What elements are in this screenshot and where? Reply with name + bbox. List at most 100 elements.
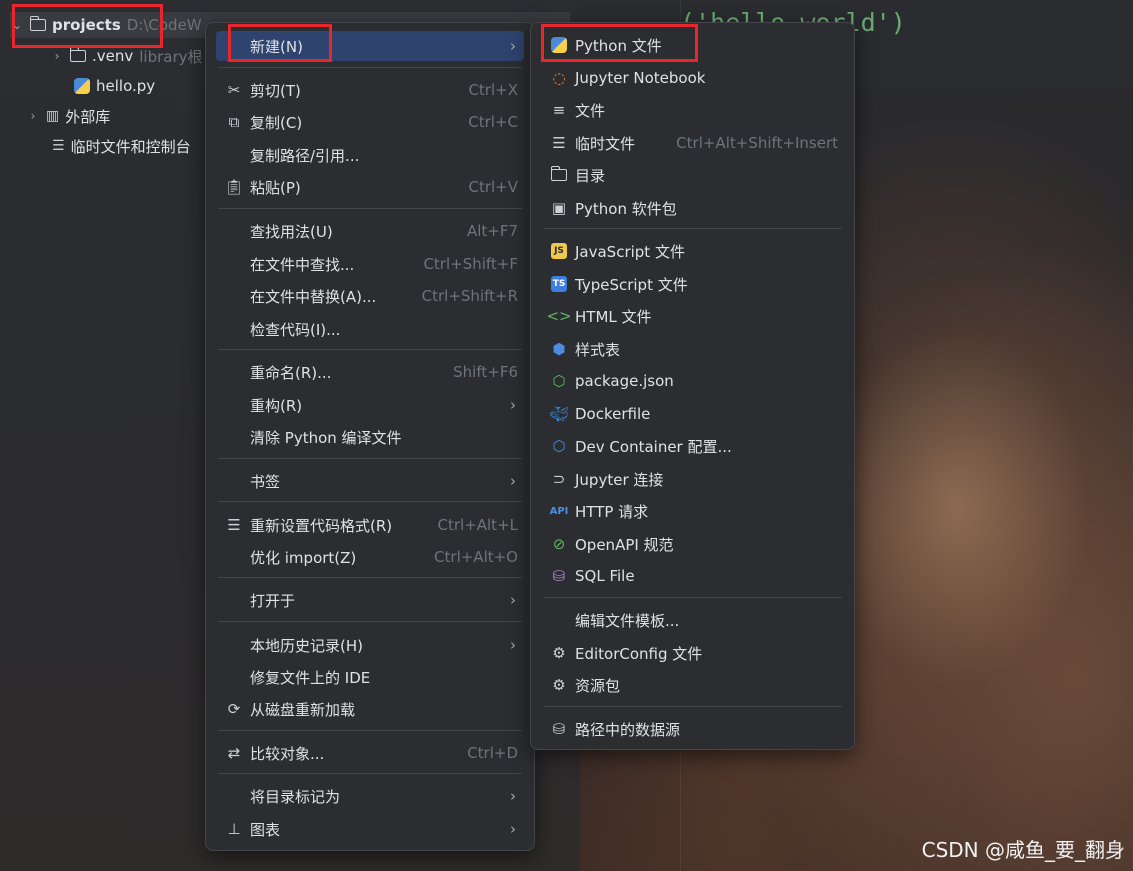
context-menu: 新建(N) › ✂ 剪切(T) Ctrl+X ⧉ 复制(C) Ctrl+C 复制… [205,22,535,851]
menu-item-copy[interactable]: ⧉ 复制(C) Ctrl+C [216,107,524,137]
menu-item-bookmarks[interactable]: 书签 › [216,466,524,496]
menu-item-dockerfile[interactable]: 🐳︎ Dockerfile [541,399,844,429]
menu-item-open-in[interactable]: 打开于 › [216,585,524,615]
tree-item-label: hello.py [96,77,156,95]
nodejs-icon: ⬡ [552,372,566,390]
menu-item-openapi-spec[interactable]: ⊘ OpenAPI 规范 [541,529,844,559]
menu-item-label: 在文件中查找... [250,255,355,274]
menu-item-file[interactable]: ≡ 文件 [541,95,844,125]
menu-item-reload-from-disk[interactable]: ⟳ 从磁盘重新加载 [216,694,524,724]
python-icon [549,35,569,55]
menu-item-javascript-file[interactable]: JS JavaScript 文件 [541,236,844,266]
menu-item-inspect-code[interactable]: 检查代码(I)... [216,314,524,344]
menu-item-label: 从磁盘重新加载 [250,700,356,719]
menu-item-label: 粘贴(P) [250,178,301,197]
menu-item-find-in-files[interactable]: 在文件中查找... Ctrl+Shift+F [216,249,524,279]
typescript-icon: TS [549,274,569,294]
menu-item-label: JavaScript 文件 [575,242,685,261]
menu-separator [543,228,842,229]
menu-item-copy-path[interactable]: 复制路径/引用... [216,140,524,170]
menu-separator [218,349,522,350]
chevron-down-icon[interactable]: ⌄ [10,18,24,32]
menu-item-resource-bundle[interactable]: ⚙ 资源包 [541,670,844,700]
menu-item-label: TypeScript 文件 [575,275,688,294]
tree-item-venv[interactable]: › .venv library根 [50,43,203,69]
menu-item-http-request[interactable]: API HTTP 请求 [541,496,844,526]
shortcut-label: Ctrl+X [468,81,518,99]
menu-item-diagrams[interactable]: ⊥ 图表 › [216,814,524,844]
menu-item-jupyter-notebook[interactable]: ◌ Jupyter Notebook [541,63,844,93]
file-icon: ≡ [552,101,566,119]
tree-item-external-libraries[interactable]: › ▥ 外部库 [26,103,111,129]
html-icon: <> [546,307,572,325]
menu-item-local-history[interactable]: 本地历史记录(H) › [216,630,524,660]
menu-item-editorconfig[interactable]: ⚙ EditorConfig 文件 [541,638,844,668]
chevron-right-icon: › [510,472,516,490]
menu-item-label: 将目录标记为 [250,787,341,806]
menu-item-label: SQL File [575,567,635,585]
menu-item-label: 查找用法(U) [250,222,333,241]
menu-item-sql-file[interactable]: ⛁ SQL File [541,561,844,591]
menu-item-label: Jupyter Notebook [575,69,706,87]
menu-item-label: 重构(R) [250,396,303,415]
database-icon: ⛁ [552,567,566,585]
menu-item-jupyter-connection[interactable]: ⊃ Jupyter 连接 [541,464,844,494]
jupyter-connection-icon: ⊃ [552,470,566,488]
chevron-right-icon[interactable]: › [26,109,40,123]
clipboard-icon: 📋︎ [224,178,244,196]
menu-item-directory[interactable]: 目录 [541,160,844,190]
menu-item-label: 复制路径/引用... [250,146,360,165]
menu-item-label: 图表 [250,820,281,839]
menu-item-label: Jupyter 连接 [575,470,664,489]
menu-item-repair-ide[interactable]: 修复文件上的 IDE [216,662,524,692]
menu-item-reformat[interactable]: ☰ 重新设置代码格式(R) Ctrl+Alt+L [216,510,524,540]
scratch-icon: ☰ [52,138,65,154]
menu-item-label: 书签 [250,472,281,491]
tree-item-label: 外部库 [65,107,111,126]
menu-item-label: 比较对象... [250,744,325,763]
gear-icon: ⚙ [552,644,566,662]
menu-item-paste[interactable]: 📋︎ 粘贴(P) Ctrl+V [216,172,524,202]
chevron-right-icon: › [510,636,516,654]
tree-item-path: D:\CodeW [126,16,202,34]
folder-icon [69,47,86,62]
menu-item-replace-in-files[interactable]: 在文件中替换(A)... Ctrl+Shift+R [216,281,524,311]
menu-item-html-file[interactable]: <> HTML 文件 [541,301,844,331]
gear-icon: ⚙ [552,676,566,694]
menu-item-cut[interactable]: ✂ 剪切(T) Ctrl+X [216,75,524,105]
menu-item-mark-directory[interactable]: 将目录标记为 › [216,781,524,811]
menu-item-optimize-imports[interactable]: 优化 import(Z) Ctrl+Alt+O [216,542,524,572]
menu-item-new[interactable]: 新建(N) › [216,31,524,61]
diagram-icon: ⊥ [227,820,241,838]
menu-item-python-package[interactable]: ▣ Python 软件包 [541,193,844,223]
openapi-icon: ⊘ [552,535,566,553]
menu-item-clean-python[interactable]: 清除 Python 编译文件 [216,422,524,452]
menu-separator [543,597,842,598]
menu-item-label: OpenAPI 规范 [575,535,674,554]
menu-item-scratch-file[interactable]: ☰ 临时文件 Ctrl+Alt+Shift+Insert [541,128,844,158]
menu-item-rename[interactable]: 重命名(R)... Shift+F6 [216,357,524,387]
menu-item-datasource-in-path[interactable]: ⛁ 路径中的数据源 [541,714,844,744]
menu-item-label: HTML 文件 [575,307,652,326]
chevron-right-icon[interactable]: › [50,49,64,63]
tree-item-scratches[interactable]: ☰ 临时文件和控制台 [52,133,191,159]
menu-item-refactor[interactable]: 重构(R) › [216,390,524,420]
menu-item-label: package.json [575,372,674,390]
menu-item-edit-templates[interactable]: 编辑文件模板... [541,605,844,635]
tree-item-label: .venv [92,47,134,65]
shortcut-label: Ctrl+V [468,178,518,196]
menu-item-label: 重命名(R)... [250,363,332,382]
chevron-right-icon: › [510,37,516,55]
shortcut-label: Shift+F6 [453,363,518,381]
shortcut-label: Ctrl+Alt+L [437,516,519,534]
menu-item-label: 重新设置代码格式(R) [250,516,393,535]
menu-item-python-file[interactable]: Python 文件 [541,30,844,60]
menu-item-typescript-file[interactable]: TS TypeScript 文件 [541,269,844,299]
menu-item-find-usages[interactable]: 查找用法(U) Alt+F7 [216,216,524,246]
menu-item-dev-container[interactable]: ⬡ Dev Container 配置... [541,431,844,461]
menu-item-package-json[interactable]: ⬡ package.json [541,366,844,396]
tree-item-hello-py[interactable]: hello.py [74,73,155,99]
menu-item-stylesheet[interactable]: ⬢ 样式表 [541,334,844,364]
menu-item-compare-with[interactable]: ⇄ 比较对象... Ctrl+D [216,738,524,768]
menu-item-label: 文件 [575,101,606,120]
